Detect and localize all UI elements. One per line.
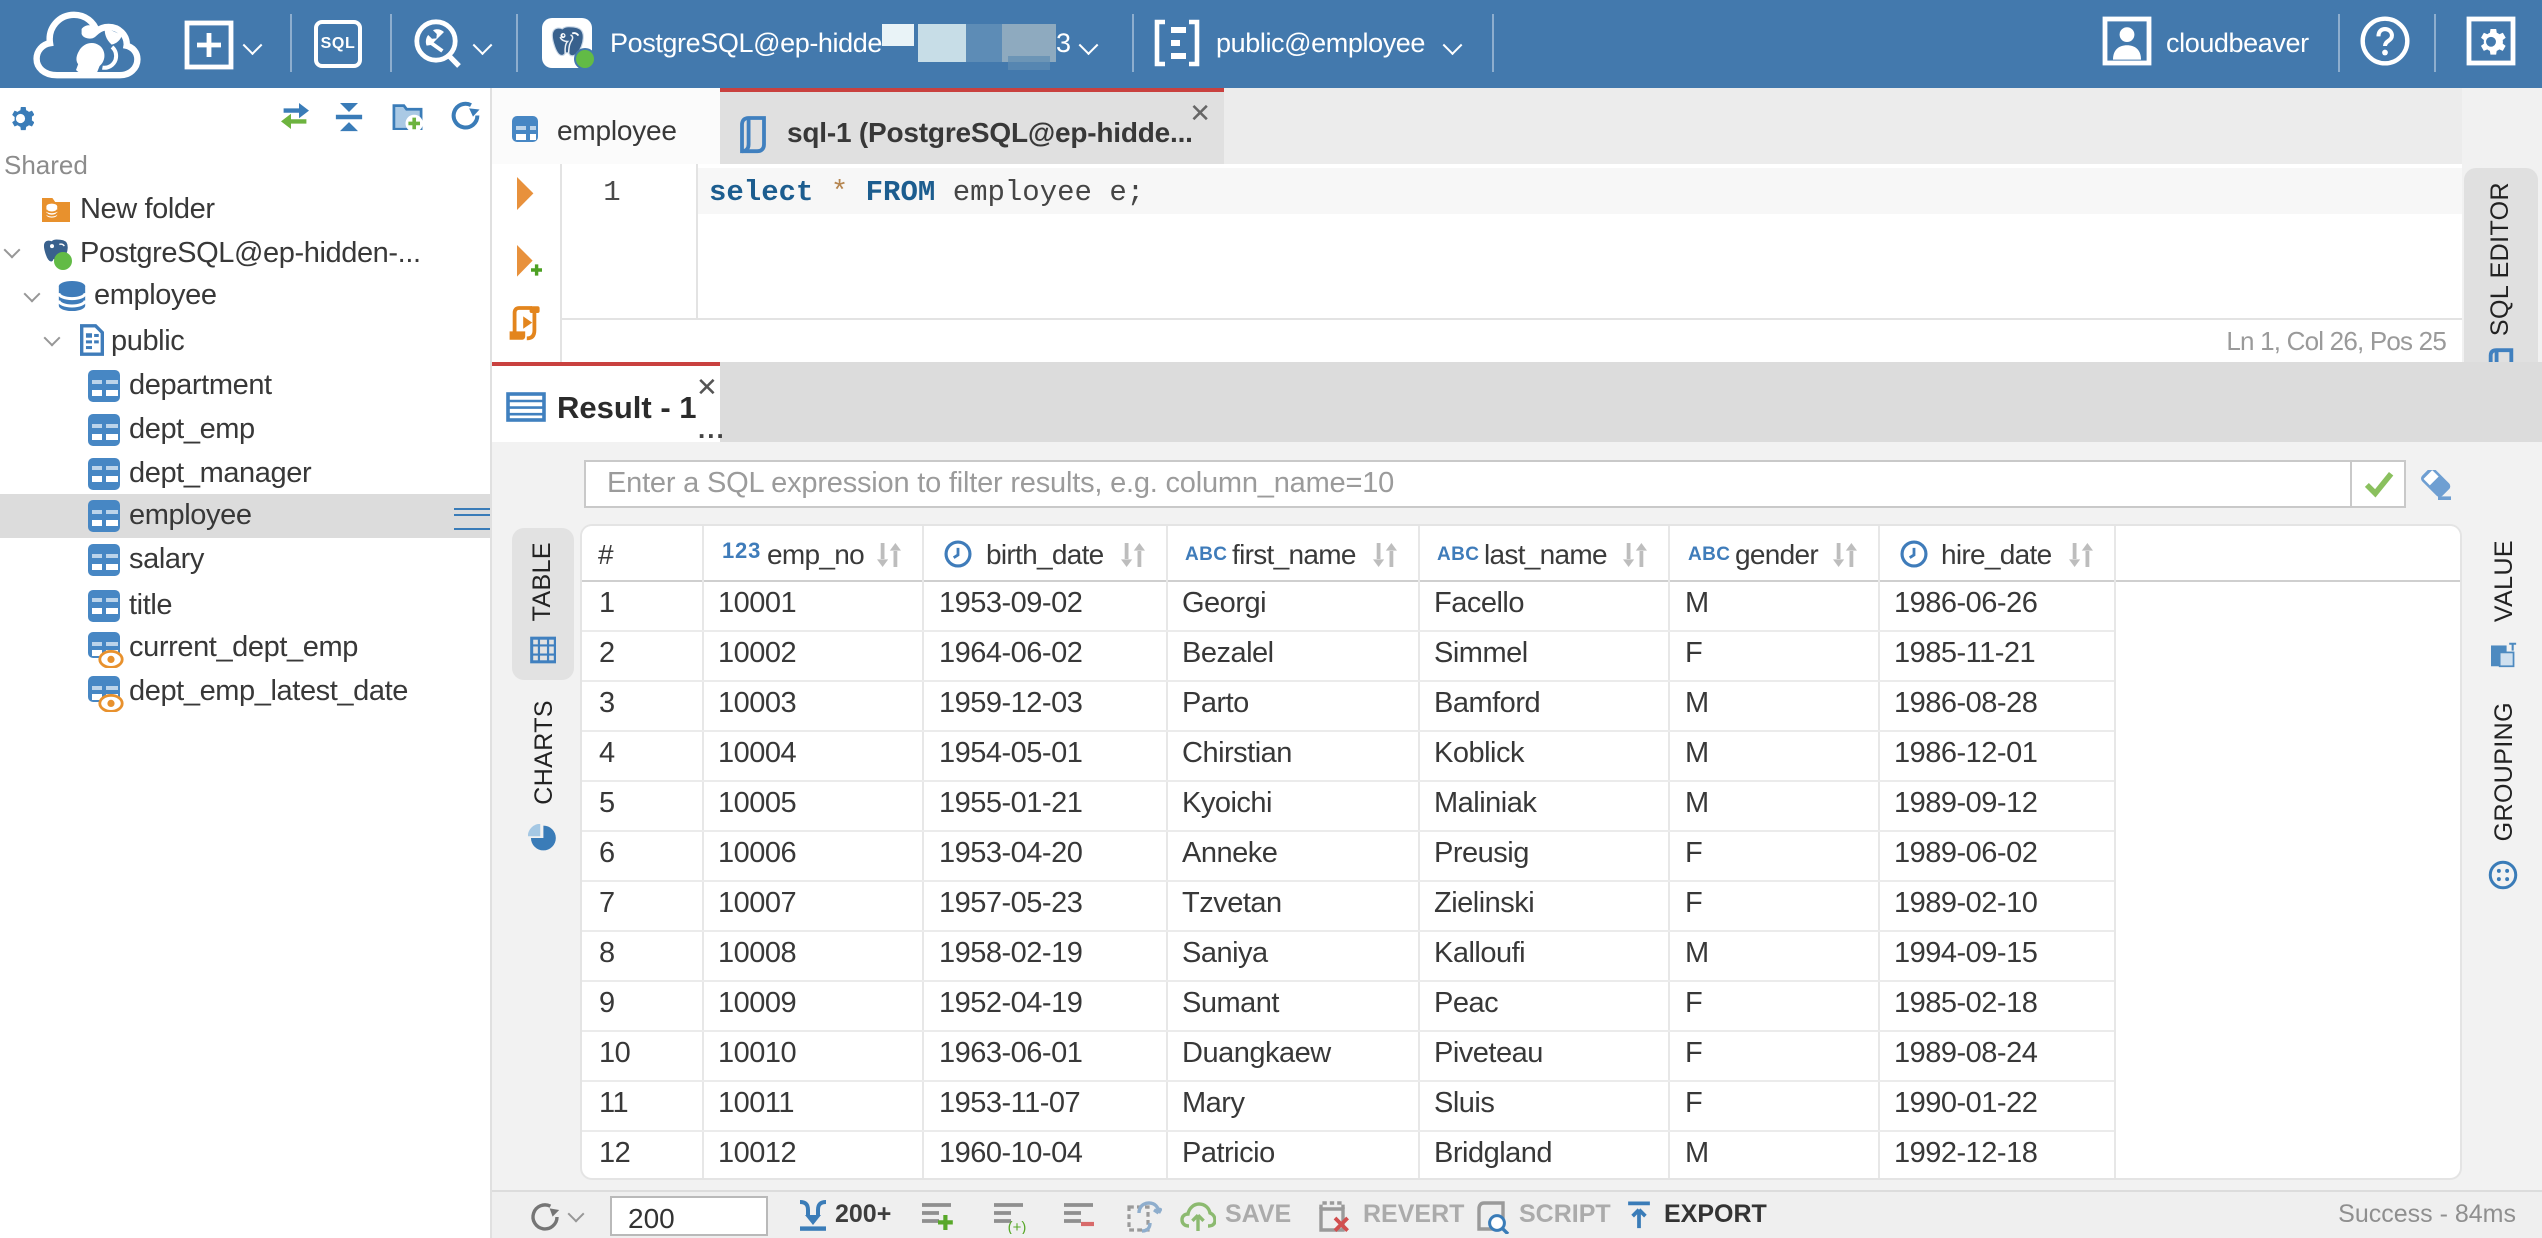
svg-text:(+): (+) (1008, 1219, 1026, 1234)
